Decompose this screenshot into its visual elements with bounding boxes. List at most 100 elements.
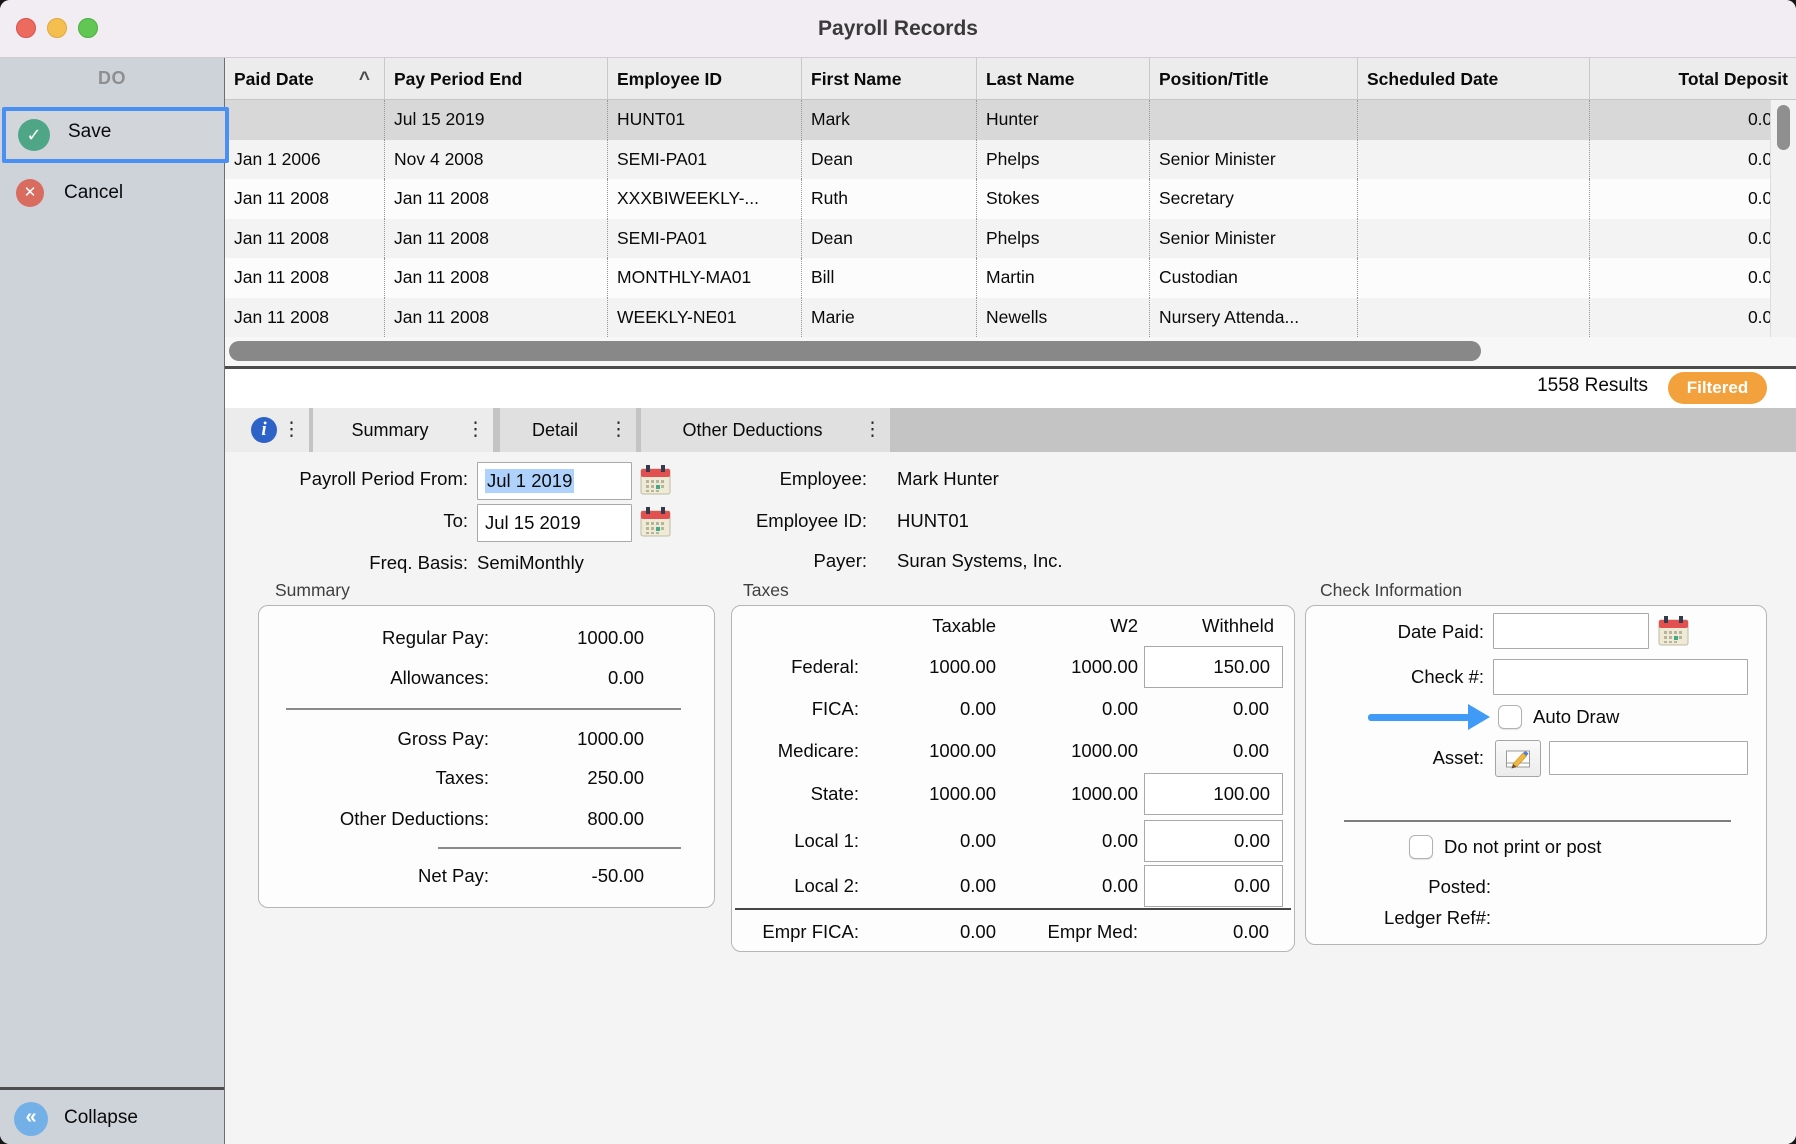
taxable-column-header: Taxable <box>932 612 996 640</box>
cell-position-title: Custodian <box>1150 258 1358 298</box>
column-header-last-name[interactable]: Last Name <box>977 58 1150 100</box>
sidebar-divider <box>0 1087 224 1090</box>
gross-pay-label: Gross Pay: <box>398 725 490 753</box>
withheld-column-header: Withheld <box>1202 612 1274 640</box>
tab-menu-icon[interactable]: ⋮ <box>609 408 628 452</box>
local1-label: Local 1: <box>794 827 859 855</box>
cell-position-title: Senior Minister <box>1150 219 1358 259</box>
empr-fica-value: 0.00 <box>960 918 996 946</box>
cell-pay-period-end: Jan 11 2008 <box>385 219 608 259</box>
cell-employee-id: MONTHLY-MA01 <box>608 258 802 298</box>
table-row[interactable]: Jan 1 2006 Nov 4 2008 SEMI-PA01 Dean Phe… <box>225 140 1796 180</box>
payer-value: Suran Systems, Inc. <box>897 546 1063 576</box>
cell-last-name: Newells <box>977 298 1150 338</box>
table-row[interactable]: Jul 15 2019 HUNT01 Mark Hunter 0.00 <box>225 100 1796 140</box>
state-withheld-input[interactable]: 100.00 <box>1144 773 1283 815</box>
payer-label: Payer: <box>814 546 867 576</box>
column-header-employee-id[interactable]: Employee ID <box>608 58 802 100</box>
column-header-label: Paid Date <box>234 69 314 89</box>
cell-total-deposit: 0.00 <box>1590 219 1796 259</box>
cell-pay-period-end: Jan 11 2008 <box>385 298 608 338</box>
column-header-total-deposit[interactable]: Total Deposit <box>1590 58 1796 100</box>
check-circle-icon: ✓ <box>18 119 50 151</box>
local1-withheld-input[interactable]: 0.00 <box>1144 820 1283 862</box>
tab-menu-icon[interactable]: ⋮ <box>863 408 882 452</box>
auto-draw-checkbox[interactable] <box>1498 705 1522 729</box>
collapse-button[interactable]: « Collapse <box>0 1094 225 1144</box>
net-pay-label: Net Pay: <box>418 862 489 890</box>
tab-menu-icon[interactable]: ⋮ <box>466 408 485 452</box>
payroll-records-window: Payroll Records DO ✓ Save ✕ Cancel « Col… <box>0 0 1796 1144</box>
local2-withheld-value: 0.00 <box>1234 872 1270 900</box>
medicare-taxable: 1000.00 <box>929 737 996 765</box>
tab-label: Detail <box>500 408 610 452</box>
tab-detail[interactable]: Detail ⋮ <box>500 408 636 452</box>
table-row[interactable]: Jan 11 2008 Jan 11 2008 SEMI-PA01 Dean P… <box>225 219 1796 259</box>
medicare-label: Medicare: <box>778 737 859 765</box>
date-paid-label: Date Paid: <box>1398 618 1484 646</box>
taxes-group-label: Taxes <box>743 580 789 601</box>
cell-employee-id: XXXBIWEEKLY-... <box>608 179 802 219</box>
filtered-badge[interactable]: Filtered <box>1668 372 1767 404</box>
other-deductions-label: Other Deductions: <box>340 805 489 833</box>
column-header-paid-date[interactable]: Paid Date ^ <box>225 58 385 100</box>
net-pay-value: -50.00 <box>592 862 644 890</box>
local2-w2: 0.00 <box>1102 872 1138 900</box>
window-title: Payroll Records <box>0 0 1796 58</box>
federal-withheld-input[interactable]: 150.00 <box>1144 646 1283 688</box>
vertical-scrollbar[interactable] <box>1770 100 1796 337</box>
local2-withheld-input[interactable]: 0.00 <box>1144 865 1283 907</box>
cell-scheduled-date <box>1358 298 1590 338</box>
save-button[interactable]: ✓ Save <box>2 107 229 163</box>
summary-divider <box>438 847 681 849</box>
tab-label: Other Deductions <box>641 408 864 452</box>
date-paid-input[interactable] <box>1493 613 1649 649</box>
cell-employee-id: SEMI-PA01 <box>608 219 802 259</box>
column-header-position-title[interactable]: Position/Title <box>1150 58 1358 100</box>
table-row[interactable]: Jan 11 2008 Jan 11 2008 XXXBIWEEKLY-... … <box>225 179 1796 219</box>
tab-other-deductions[interactable]: Other Deductions ⋮ <box>641 408 890 452</box>
horizontal-scrollbar-thumb[interactable] <box>229 341 1481 361</box>
cell-paid-date: Jan 1 2006 <box>225 140 385 180</box>
check-panel-divider <box>1344 820 1731 822</box>
cancel-button[interactable]: ✕ Cancel <box>2 174 225 214</box>
horizontal-scrollbar[interactable] <box>225 337 1796 366</box>
employee-id-value: HUNT01 <box>897 506 969 536</box>
summary-tab-content: Payroll Period From: Jul 1 2019 <box>225 452 1796 1144</box>
local2-taxable: 0.00 <box>960 872 996 900</box>
state-taxable: 1000.00 <box>929 780 996 808</box>
calendar-icon[interactable] <box>1658 615 1689 647</box>
calendar-icon[interactable] <box>640 464 671 496</box>
close-circle-icon: ✕ <box>16 179 44 207</box>
check-number-input[interactable] <box>1493 659 1748 695</box>
state-withheld-value: 100.00 <box>1213 780 1270 808</box>
tab-menu-icon[interactable]: ⋮ <box>282 408 301 452</box>
check-info-group-label: Check Information <box>1320 580 1462 601</box>
do-not-print-label: Do not print or post <box>1444 833 1601 861</box>
calendar-icon[interactable] <box>640 506 671 538</box>
info-tab[interactable]: i ⋮ <box>225 408 309 452</box>
table-row[interactable]: Jan 11 2008 Jan 11 2008 MONTHLY-MA01 Bil… <box>225 258 1796 298</box>
vertical-scrollbar-thumb[interactable] <box>1777 105 1790 150</box>
asset-lookup-button[interactable] <box>1495 740 1541 777</box>
do-not-print-checkbox[interactable] <box>1409 835 1433 859</box>
cell-first-name: Bill <box>802 258 977 298</box>
taxes-panel: Taxable W2 Withheld Federal: 1000.00 100… <box>731 605 1295 952</box>
info-icon[interactable]: i <box>251 417 277 443</box>
column-header-scheduled-date[interactable]: Scheduled Date <box>1358 58 1590 100</box>
table-row[interactable]: Jan 11 2008 Jan 11 2008 WEEKLY-NE01 Mari… <box>225 298 1796 338</box>
column-header-pay-period-end[interactable]: Pay Period End <box>385 58 608 100</box>
cell-pay-period-end: Jul 15 2019 <box>385 100 608 140</box>
summary-group-label: Summary <box>275 580 350 601</box>
taxes-divider <box>735 908 1291 910</box>
results-strip: 1558 Results Filtered <box>225 369 1796 408</box>
cell-first-name: Ruth <box>802 179 977 219</box>
asset-input[interactable] <box>1549 741 1748 775</box>
column-header-first-name[interactable]: First Name <box>802 58 977 100</box>
summary-panel: Regular Pay: 1000.00 Allowances: 0.00 Gr… <box>258 605 715 908</box>
cell-scheduled-date <box>1358 258 1590 298</box>
tab-summary[interactable]: Summary ⋮ <box>313 408 493 452</box>
period-from-input[interactable]: Jul 1 2019 <box>477 462 632 500</box>
period-to-input[interactable]: Jul 15 2019 <box>477 504 632 542</box>
local1-w2: 0.00 <box>1102 827 1138 855</box>
